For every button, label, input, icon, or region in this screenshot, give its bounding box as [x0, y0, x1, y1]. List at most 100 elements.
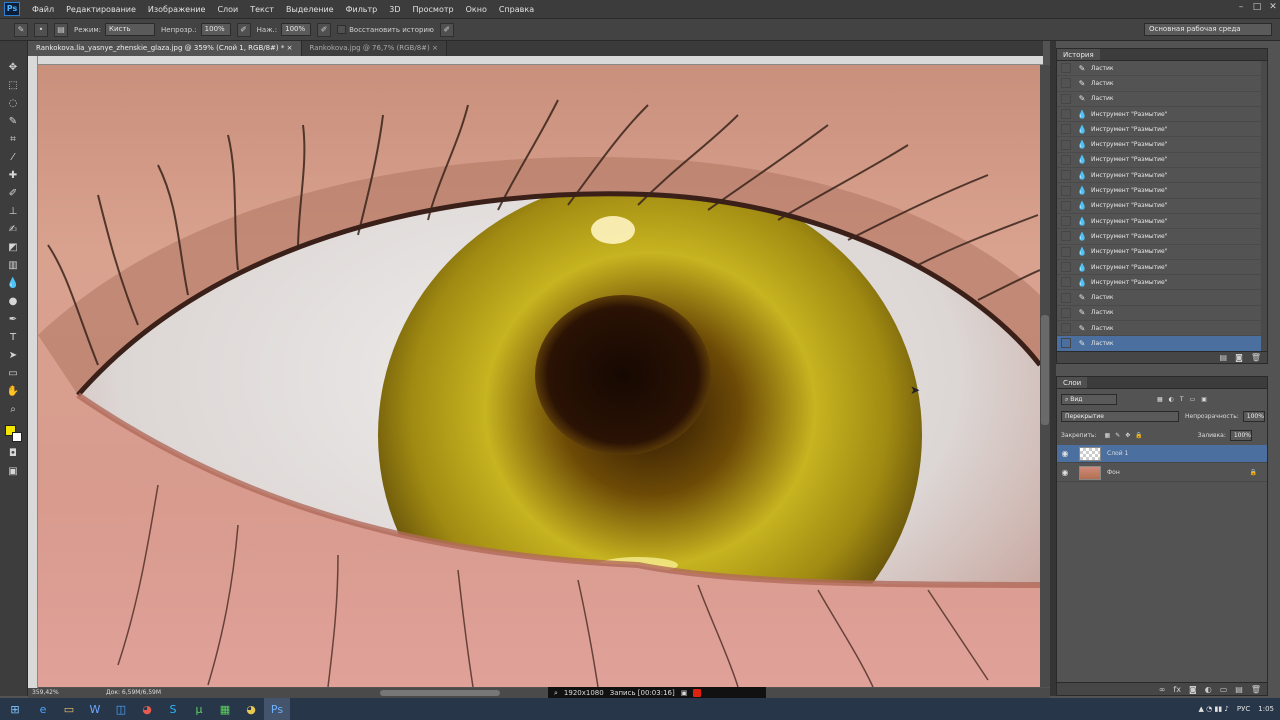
photoshop-taskbar-icon[interactable]: Ps	[264, 698, 290, 720]
scroll-thumb[interactable]	[1041, 315, 1049, 425]
history-snapshot-box[interactable]	[1061, 216, 1071, 227]
history-snapshot-box[interactable]	[1061, 124, 1071, 135]
lock-icons[interactable]: ▦✎✥🔒	[1105, 432, 1148, 439]
menu-help[interactable]: Справка	[493, 0, 540, 19]
layer-fill-input[interactable]: 100%	[1229, 430, 1252, 441]
skype-icon[interactable]: S	[160, 698, 186, 720]
stamp-tool-icon[interactable]: ⊥	[6, 205, 20, 219]
snapshot-icon[interactable]: ◙	[1235, 352, 1243, 364]
minimize-icon[interactable]: –	[1236, 2, 1246, 12]
history-snapshot-box[interactable]	[1061, 292, 1071, 303]
history-snapshot-box[interactable]	[1061, 93, 1071, 104]
history-item[interactable]: 💧 Инструмент "Размытие"	[1057, 260, 1263, 276]
eyedropper-tool-icon[interactable]: ⁄	[6, 151, 20, 165]
background-color-swatch[interactable]	[12, 432, 22, 442]
delete-layer-icon[interactable]: 🗑	[1251, 683, 1261, 696]
new-layer-icon[interactable]: ▤	[1235, 683, 1243, 696]
tab-document-active[interactable]: Rankokova.lia_yasnye_zhenskie_glaza.jpg …	[28, 41, 302, 56]
zoom-out-icon[interactable]: ⌕	[554, 689, 558, 698]
menu-window[interactable]: Окно	[460, 0, 493, 19]
tray-icons[interactable]: ▲ ◔ ▮▮ ♪	[1199, 705, 1229, 713]
airbrush-icon[interactable]: ✐	[317, 22, 332, 37]
history-snapshot-box[interactable]	[1061, 262, 1071, 272]
history-scrollbar[interactable]	[1261, 61, 1267, 353]
eraser-tool-icon[interactable]: ◩	[6, 241, 20, 255]
history-snapshot-box[interactable]	[1061, 63, 1071, 74]
history-item[interactable]: 💧 Инструмент "Размытие"	[1057, 199, 1263, 214]
menu-image[interactable]: Изображение	[142, 0, 212, 19]
history-snapshot-box[interactable]	[1061, 277, 1071, 288]
chrome-2-icon[interactable]: ◕	[238, 698, 264, 720]
word-icon[interactable]: W	[82, 698, 108, 720]
language-indicator[interactable]: РУС	[1237, 705, 1250, 713]
opacity-input[interactable]: 100%	[200, 23, 231, 36]
history-item[interactable]: ✎ Ластик	[1057, 321, 1263, 337]
brush-size-icon[interactable]: •	[34, 22, 48, 37]
menu-select[interactable]: Выделение	[280, 0, 340, 19]
history-snapshot-box[interactable]	[1061, 139, 1071, 150]
menu-text[interactable]: Текст	[244, 0, 280, 19]
move-tool-icon[interactable]: ✥	[6, 61, 20, 75]
healing-tool-icon[interactable]: ✚	[6, 169, 20, 183]
utorrent-icon[interactable]: µ	[186, 698, 212, 720]
quick-mask-icon[interactable]: ◘	[6, 447, 20, 461]
horizontal-scroll-thumb[interactable]	[380, 690, 500, 696]
blend-mode-select[interactable]: Перекрытие	[1061, 411, 1179, 422]
layer-filter-select[interactable]: ⌕ Вид	[1061, 394, 1117, 405]
visibility-eye-icon[interactable]: ◉	[1057, 449, 1073, 458]
add-mask-icon[interactable]: ◙	[1189, 683, 1197, 696]
eraser-tool-preset-icon[interactable]: ✎	[14, 22, 28, 37]
history-item[interactable]: 💧 Инструмент "Размытие"	[1057, 153, 1263, 169]
layer-row-1[interactable]: ◉ Слой 1	[1057, 445, 1267, 463]
start-button-icon[interactable]: ⊞	[0, 698, 30, 720]
workspace-select[interactable]: Основная рабочая среда	[1144, 23, 1272, 36]
new-group-icon[interactable]: ▭	[1220, 683, 1228, 696]
chrome-icon[interactable]: ◕	[134, 698, 160, 720]
mode-select[interactable]: Кисть	[105, 23, 156, 36]
brush-panel-icon[interactable]: ▤	[54, 22, 68, 37]
history-item[interactable]: 💧 Инструмент "Размытие"	[1057, 183, 1263, 199]
history-brush-tool-icon[interactable]: ✍	[6, 223, 20, 237]
history-item[interactable]: ✎ Ластик	[1057, 61, 1263, 77]
history-item[interactable]: ✎ Ластик	[1057, 336, 1263, 352]
menu-file[interactable]: Файл	[26, 0, 60, 19]
tab-close-icon[interactable]: ×	[432, 44, 438, 52]
spreadsheet-icon[interactable]: ▦	[212, 698, 238, 720]
history-snapshot-box[interactable]	[1061, 200, 1071, 211]
history-snapshot-box[interactable]	[1061, 307, 1071, 318]
history-item[interactable]: ✎ Ластик	[1057, 92, 1263, 107]
lasso-tool-icon[interactable]: ◌	[6, 97, 20, 111]
layer-row-background[interactable]: ◉ Фон 🔒	[1057, 464, 1267, 482]
history-snapshot-box[interactable]	[1061, 231, 1071, 242]
gradient-tool-icon[interactable]: ▥	[6, 259, 20, 273]
path-select-tool-icon[interactable]: ➤	[6, 349, 20, 363]
history-item[interactable]: 💧 Инструмент "Размытие"	[1057, 275, 1263, 291]
history-item[interactable]: 💧 Инструмент "Размытие"	[1057, 107, 1263, 123]
close-icon[interactable]: ✕	[1268, 2, 1278, 12]
pressure-size-icon[interactable]: ✐	[439, 22, 454, 37]
history-snapshot-box[interactable]	[1061, 185, 1071, 196]
brush-tool-icon[interactable]: ✐	[6, 187, 20, 201]
zoom-level[interactable]: 359,42%	[32, 689, 59, 696]
pressure-opacity-icon[interactable]: ✐	[236, 22, 251, 37]
menu-layers[interactable]: Слои	[211, 0, 244, 19]
history-item[interactable]: ✎ Ластик	[1057, 290, 1263, 306]
screen-mode-icon[interactable]: ▣	[6, 465, 20, 479]
menu-edit[interactable]: Редактирование	[60, 0, 142, 19]
layer-filter-icons[interactable]: ▦◐T▭▣	[1157, 396, 1213, 403]
tab-close-icon[interactable]: ×	[287, 44, 293, 52]
zoom-tool-icon[interactable]: ⌕	[6, 403, 20, 417]
clock[interactable]: 1:05	[1258, 705, 1274, 713]
history-snapshot-box[interactable]	[1061, 323, 1071, 334]
pen-tool-icon[interactable]: ✒	[6, 313, 20, 327]
history-item[interactable]: 💧 Инструмент "Размытие"	[1057, 229, 1263, 245]
history-snapshot-box[interactable]	[1061, 154, 1071, 165]
internet-explorer-icon[interactable]: e	[30, 698, 56, 720]
quick-select-tool-icon[interactable]: ✎	[6, 115, 20, 129]
pressure-input[interactable]: 100%	[281, 23, 312, 36]
history-snapshot-box[interactable]	[1061, 338, 1071, 349]
record-stop-icon[interactable]	[693, 689, 702, 697]
shape-tool-icon[interactable]: ▭	[6, 367, 20, 381]
maximize-icon[interactable]: □	[1252, 2, 1262, 12]
history-item[interactable]: ✎ Ластик	[1057, 306, 1263, 322]
